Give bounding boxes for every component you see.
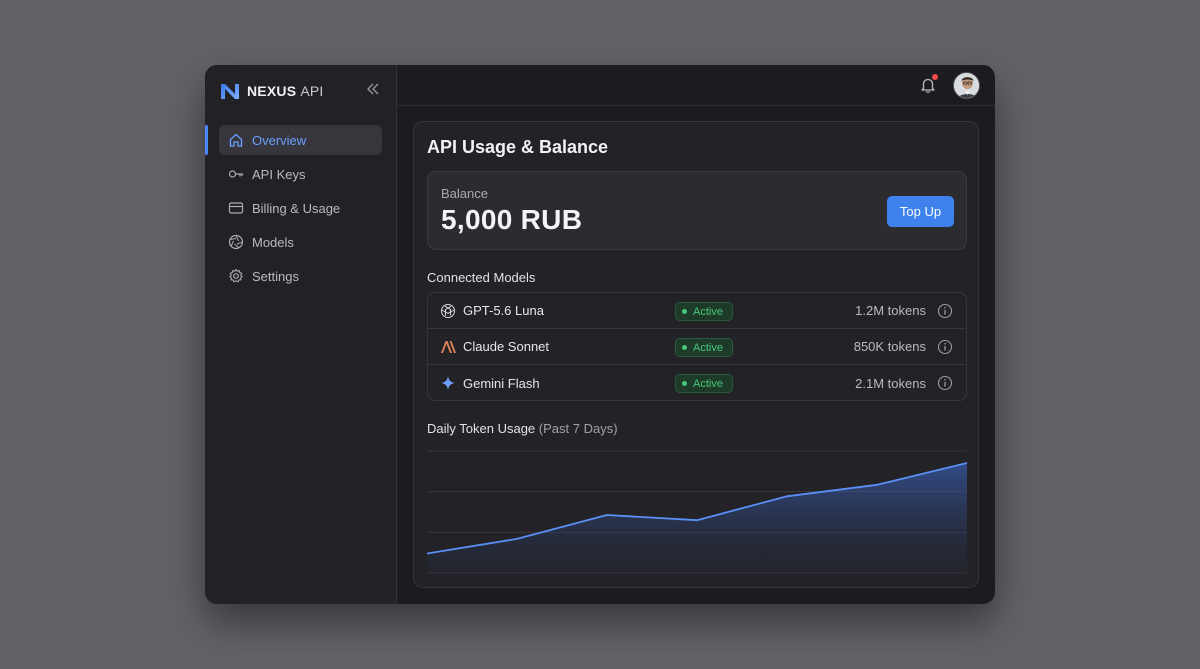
top-bar <box>397 65 995 106</box>
sidebar-item-overview[interactable]: Overview <box>219 125 382 155</box>
sidebar-item-billing[interactable]: Billing & Usage <box>219 193 382 223</box>
status-text: Active <box>693 305 723 318</box>
status-badge: Active <box>675 374 733 393</box>
status-dot <box>682 309 687 314</box>
token-count: 1.2M tokens <box>855 303 926 318</box>
status-dot <box>682 345 687 350</box>
key-icon <box>228 170 243 178</box>
balance-panel: Balance 5,000 RUB Top Up <box>427 171 967 250</box>
model-row-gpt[interactable]: GPT-5.6 Luna Active 1.2M tokens <box>428 293 966 329</box>
model-row-gemini[interactable]: Gemini Flash Active 2.1M tokens <box>428 365 966 400</box>
gemini-icon <box>441 376 455 390</box>
usage-card: API Usage & Balance Balance 5,000 RUB To… <box>413 121 979 588</box>
usage-area <box>427 463 967 573</box>
nexus-logo-icon <box>221 84 239 99</box>
aperture-icon <box>228 234 244 250</box>
balance-value: 5,000 RUB <box>441 204 583 235</box>
token-count: 2.1M tokens <box>855 375 926 391</box>
models-list: GPT-5.6 Luna Active 1.2M tokens Claude S… <box>427 292 967 401</box>
top-up-button[interactable]: Top Up <box>887 196 954 227</box>
sidebar-item-label: Overview <box>252 132 307 148</box>
app-window: NEXUS API Overview API Keys Billing & Us… <box>205 65 995 604</box>
avatar[interactable] <box>953 72 980 99</box>
anthropic-icon <box>441 341 456 353</box>
model-name: Gemini Flash <box>463 375 540 391</box>
token-count: 850K tokens <box>853 339 926 354</box>
info-icon[interactable] <box>937 303 953 319</box>
active-indicator <box>205 125 208 155</box>
info-icon[interactable] <box>937 339 953 355</box>
card-icon <box>228 202 244 214</box>
brand[interactable]: NEXUS API <box>219 79 324 103</box>
openai-icon <box>441 304 455 318</box>
status-text: Active <box>693 377 723 390</box>
status-text: Active <box>693 341 723 354</box>
sidebar-nav: Overview API Keys Billing & Usage Models… <box>219 125 382 295</box>
sidebar-item-label: API Keys <box>252 166 306 182</box>
user-avatar-icon <box>954 73 979 98</box>
notification-dot <box>932 74 938 80</box>
model-name: Claude Sonnet <box>463 339 550 354</box>
chart-title: Daily Token Usage <box>427 421 536 436</box>
sidebar-item-api-keys[interactable]: API Keys <box>219 159 382 189</box>
brand-name: NEXUS API <box>247 83 324 99</box>
main-content: API Usage & Balance Balance 5,000 RUB To… <box>397 65 995 604</box>
connected-models-heading: Connected Models <box>427 270 536 285</box>
model-row-claude[interactable]: Claude Sonnet Active 850K tokens <box>428 329 966 365</box>
balance-label: Balance <box>441 186 488 201</box>
status-dot <box>682 381 687 386</box>
status-badge: Active <box>675 338 733 357</box>
sidebar-item-settings[interactable]: Settings <box>219 261 382 291</box>
home-icon <box>229 133 243 147</box>
page-title: API Usage & Balance <box>427 137 609 157</box>
status-badge: Active <box>675 302 733 321</box>
model-name: GPT-5.6 Luna <box>463 303 544 318</box>
sidebar: NEXUS API Overview API Keys Billing & Us… <box>205 65 397 604</box>
sidebar-item-label: Billing & Usage <box>252 200 341 216</box>
sidebar-item-label: Models <box>252 234 294 250</box>
sidebar-item-models[interactable]: Models <box>219 227 382 257</box>
chart-heading: Daily Token Usage (Past 7 Days) <box>427 421 618 436</box>
gear-icon <box>229 268 243 283</box>
info-icon[interactable] <box>937 375 953 391</box>
collapse-sidebar-icon[interactable] <box>365 81 381 97</box>
usage-chart <box>427 450 967 574</box>
chart-subtitle: (Past 7 Days) <box>538 421 618 436</box>
sidebar-item-label: Settings <box>252 268 299 284</box>
